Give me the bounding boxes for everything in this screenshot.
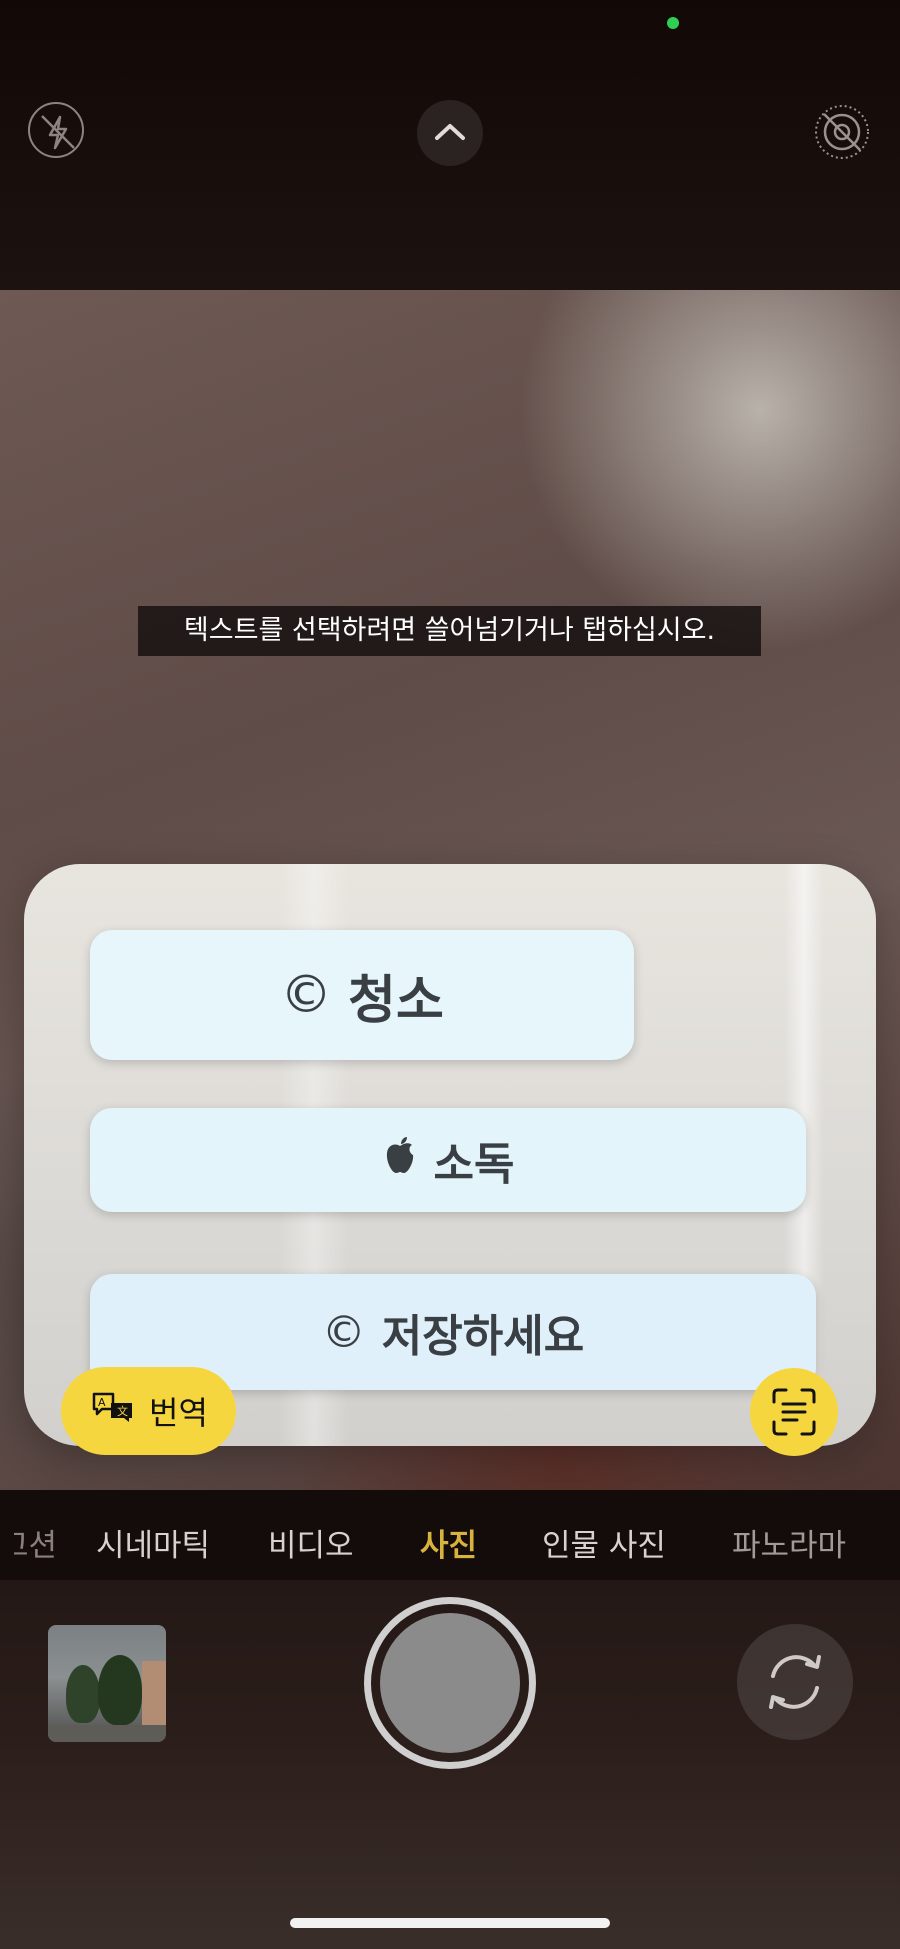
text-scan-button[interactable] [750,1368,838,1456]
camera-flip-button[interactable] [737,1624,853,1740]
live-text-hint: 텍스트를 선택하려면 쓸어넘기거나 탭하십시오. [138,606,761,656]
home-indicator[interactable] [290,1918,610,1928]
flash-button[interactable] [28,102,84,158]
translate-label: 번역 [149,1394,208,1432]
mode-slow-motion[interactable]: 고션 [14,1520,57,1565]
svg-text:A: A [98,1396,106,1409]
copyright-glyph: © [280,965,333,1025]
mode-selector[interactable]: 고션 시네마틱 비디오 사진 인물 사진 파노라마 [0,1490,900,1580]
live-photo-button[interactable] [812,102,872,162]
chevron-up-icon [435,124,465,140]
camera-flip-icon [769,1655,821,1709]
mode-video[interactable]: 비디오 [268,1520,354,1565]
live-photo-off-icon [815,105,869,159]
detected-text-label: 저장하세요 [381,1311,585,1362]
thumbnail-ground [48,1725,166,1742]
shutter-inner [380,1613,520,1753]
flash-off-icon [41,115,75,150]
last-photo-thumbnail[interactable] [48,1625,166,1742]
apple-logo-icon [382,1134,418,1187]
mode-panorama[interactable]: 파노라마 [732,1520,846,1565]
text-scan-icon [772,1388,816,1436]
top-bar [0,0,900,290]
detected-text-label: 청소 [348,970,444,1031]
thumbnail-tree [98,1655,142,1725]
camera-viewfinder[interactable]: 텍스트를 선택하려면 쓸어넘기거나 탭하십시오. © 청소 소독 © 저장하세요 [0,290,900,1490]
detected-text-card[interactable]: © 청소 소독 © 저장하세요 [24,864,876,1446]
thumbnail-tree [66,1665,100,1723]
copyright-glyph: © [321,1306,366,1358]
detected-text-disinfect[interactable]: 소독 [90,1108,806,1212]
mode-photo-selected[interactable]: 사진 [420,1520,477,1565]
controls-toggle-button[interactable] [417,100,483,166]
mode-portrait[interactable]: 인물 사진 [542,1520,666,1565]
mode-cinematic[interactable]: 시네마틱 [96,1520,210,1565]
camera-in-use-indicator [667,17,679,29]
translate-icon: A 文 [91,1391,135,1431]
translate-button[interactable]: A 文 번역 [61,1367,236,1455]
thumbnail-building [142,1661,166,1731]
svg-text:文: 文 [117,1404,128,1418]
detected-text-label: 소독 [433,1139,515,1190]
shutter-button[interactable] [364,1597,536,1769]
detected-text-clean[interactable]: © 청소 [90,930,634,1060]
